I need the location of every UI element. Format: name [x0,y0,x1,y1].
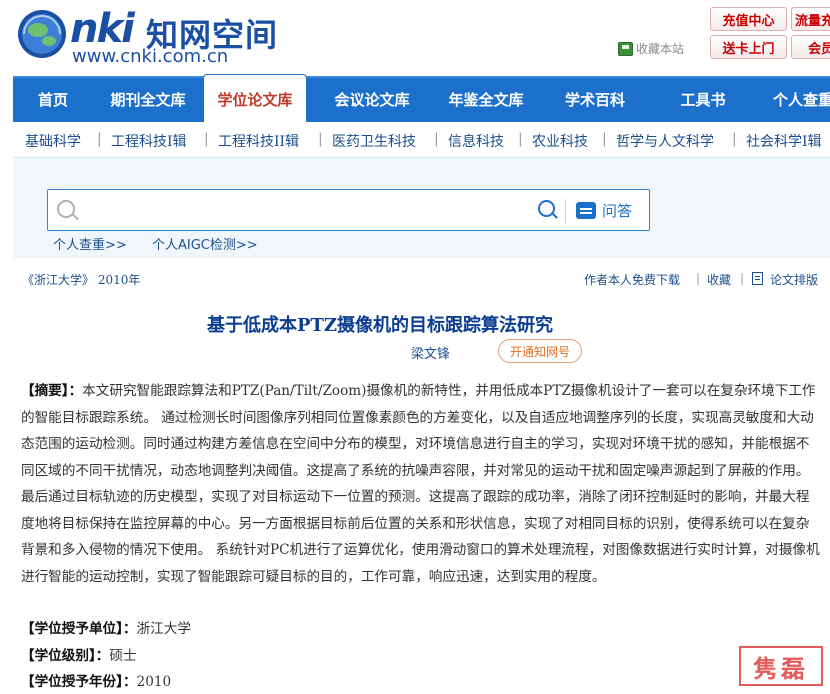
subnav-separator: | [602,131,607,147]
meta-separator: | [696,271,701,285]
subnav-humanities[interactable]: 哲学与人文科学 [616,131,714,151]
degree-level: 【学位级别】：硕士 [21,644,137,664]
site-header: nki 知网空间 www.cnki.com.cn 收藏本站 充值中心 流量充值 … [0,0,830,72]
globe-icon [18,10,66,58]
subnav-separator: | [204,131,209,147]
logo-url-text: www.cnki.com.cn [72,46,229,67]
subnav-basic-science[interactable]: 基础科学 [25,131,81,151]
degree-level-value: 硕士 [109,648,137,664]
source-info[interactable]: 《浙江大学》 2010年 [22,271,140,288]
nav-home[interactable]: 首页 [23,78,83,122]
paper-title: 基于低成本PTZ摄像机的目标跟踪算法研究 [206,315,554,336]
traffic-recharge-button[interactable]: 流量充值 [791,7,830,31]
subnav-separator: | [97,131,102,147]
author-link[interactable]: 梁文锋 [411,343,450,362]
open-cnki-account-button[interactable]: 开通知网号 [498,339,582,363]
search-icon [57,200,75,218]
ask-button[interactable]: 问答 [576,200,632,221]
subject-subnav: 基础科学 | 工程科技I辑 | 工程科技II辑 | 医药卫生科技 | 信息科技 … [13,122,830,158]
bookmark-label: 收藏本站 [636,42,685,56]
quick-link-plagiarism[interactable]: 个人查重>> [53,234,127,253]
floppy-save-icon [618,41,633,56]
subnav-separator: | [732,131,737,147]
chat-bubble-icon [576,202,596,219]
degree-year: 【学位授予年份】：2010 [21,670,171,690]
degree-institution: 【学位授予单位】：浙江大学 [21,617,191,637]
cnki-logo[interactable]: nki 知网空间 www.cnki.com.cn [12,4,282,67]
divider [565,199,566,223]
subnav-separator: | [318,131,323,147]
nav-encyclopedia[interactable]: 学术百科 [545,78,645,122]
membership-button[interactable]: 会员 [791,35,830,59]
ask-label: 问答 [602,202,633,220]
paper-format-link[interactable]: 论文排版 [770,271,818,288]
author-free-download-link[interactable]: 作者本人免费下载 [584,271,680,288]
nav-conferences[interactable]: 会议论文库 [317,78,427,122]
nav-dissertations[interactable]: 学位论文库 [203,74,307,122]
degree-year-label: 【学位授予年份】： [21,674,137,690]
favorite-link[interactable]: 收藏 [707,271,731,288]
degree-institution-value: 浙江大学 [136,621,191,637]
abstract-label: 【摘要】： [21,383,83,399]
subnav-social-science[interactable]: 社会科学I辑 [746,131,822,151]
search-input[interactable] [78,190,548,230]
subnav-agriculture[interactable]: 农业科技 [532,131,588,151]
quick-link-aigc[interactable]: 个人AIGC检测>> [152,234,258,253]
bookmark-site-link[interactable]: 收藏本站 [618,40,684,57]
degree-year-value: 2010 [136,674,172,690]
main-nav: 首页 期刊全文库 学位论文库 会议论文库 年鉴全文库 学术百科 工具书 个人查重 [13,74,830,122]
seal-stamp: 隽磊 [739,646,823,686]
subnav-engineering-2[interactable]: 工程科技II辑 [218,131,299,151]
subnav-engineering-1[interactable]: 工程科技I辑 [111,131,187,151]
nav-reference-books[interactable]: 工具书 [663,78,743,122]
subnav-separator: | [434,131,439,147]
card-delivery-button[interactable]: 送卡上门 [710,35,787,59]
degree-institution-label: 【学位授予单位】： [21,621,137,637]
subnav-separator: | [518,131,523,147]
nav-plagiarism-check[interactable]: 个人查重 [773,78,830,122]
document-icon [752,272,763,285]
degree-level-label: 【学位级别】： [21,648,110,664]
meta-separator: | [740,271,745,285]
nav-yearbooks[interactable]: 年鉴全文库 [431,78,541,122]
subnav-information[interactable]: 信息科技 [448,131,504,151]
subnav-medicine[interactable]: 医药卫生科技 [332,131,416,151]
search-submit-icon[interactable] [538,200,555,217]
abstract: 【摘要】：本文研究智能跟踪算法和PTZ(Pan/Tilt/Zoom)摄像机的新特… [21,378,821,590]
abstract-text: 本文研究智能跟踪算法和PTZ(Pan/Tilt/Zoom)摄像机的新特性，并用低… [21,383,820,585]
search-box: 问答 [47,189,650,231]
nav-journals[interactable]: 期刊全文库 [93,78,203,122]
recharge-center-button[interactable]: 充值中心 [710,7,787,31]
